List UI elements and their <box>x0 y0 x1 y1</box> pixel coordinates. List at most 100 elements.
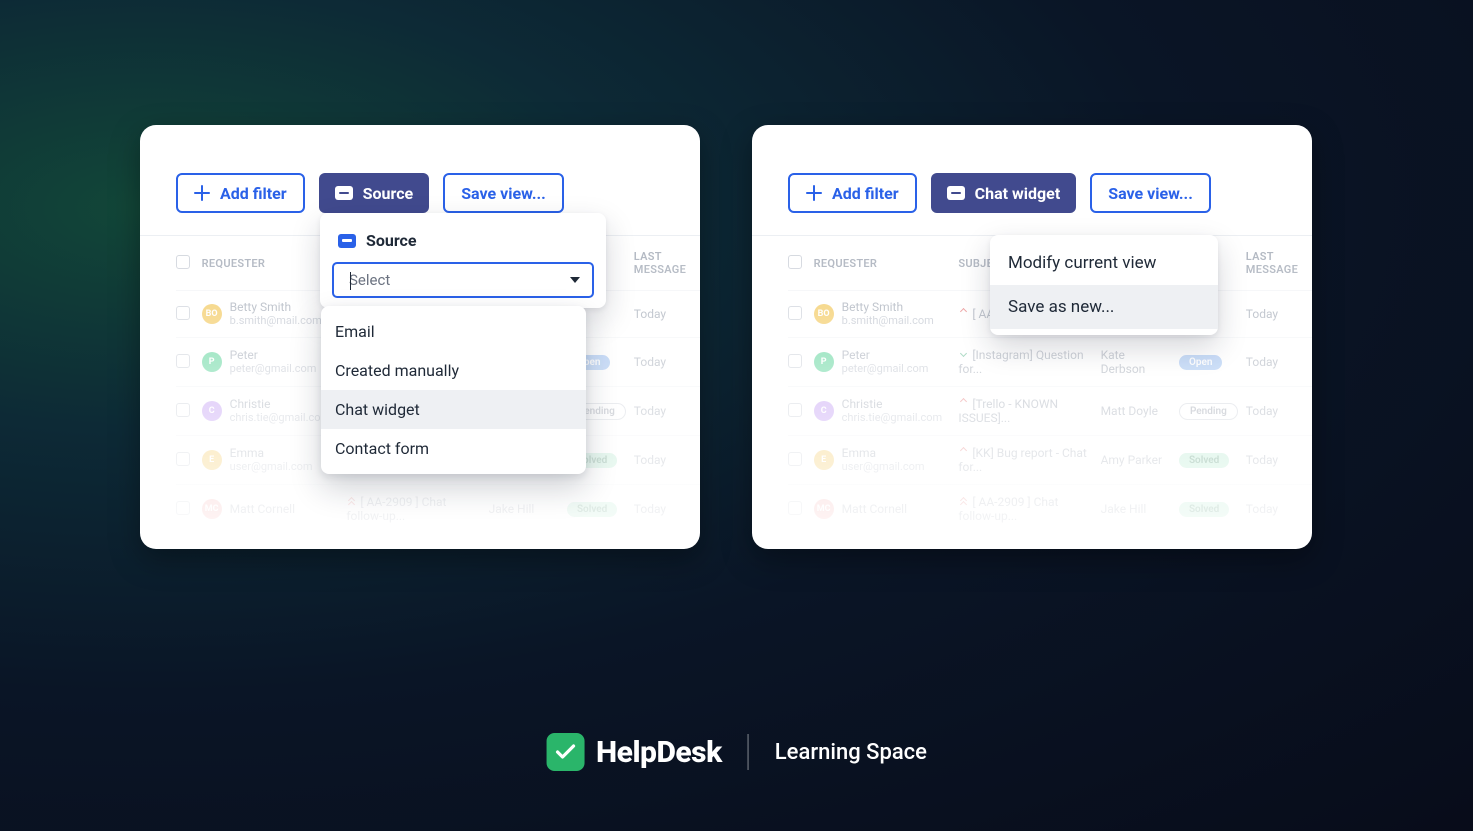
requester-email: user@gmail.com <box>230 461 313 474</box>
row-checkbox[interactable] <box>176 403 190 417</box>
requester-name: Christie <box>842 398 943 412</box>
table-row[interactable]: C Christie chris.tie@gmail.com [Trello -… <box>788 387 1312 436</box>
row-checkbox[interactable] <box>788 501 802 515</box>
card-right: Add filter Chat widget Save view... REQU… <box>752 125 1312 549</box>
avatar: P <box>202 352 222 372</box>
dropdown-option[interactable]: Created manually <box>321 351 586 390</box>
table-row[interactable]: MC Matt Cornell [ AA-2909 ] Chat follow-… <box>176 485 700 534</box>
brand-subtitle: Learning Space <box>775 740 927 765</box>
row-checkbox[interactable] <box>788 306 802 320</box>
save-view-label: Save view... <box>1108 184 1193 203</box>
source-dropdown: EmailCreated manuallyChat widgetContact … <box>321 306 586 474</box>
status-badge: Solved <box>567 502 617 517</box>
requester-name: Betty Smith <box>230 301 322 315</box>
source-filter-label: Chat widget <box>975 184 1061 203</box>
row-checkbox[interactable] <box>176 354 190 368</box>
subject-text: [ AA-2909 ] Chat follow-up... <box>958 495 1058 523</box>
save-view-button[interactable]: Save view... <box>443 173 564 213</box>
assignee: Jake Hill <box>489 485 567 534</box>
source-icon <box>338 234 356 248</box>
table-row[interactable]: P Peter peter@gmail.com [Instagram] Ques… <box>788 338 1312 387</box>
add-filter-button[interactable]: Add filter <box>176 173 305 213</box>
requester-name: Peter <box>230 349 317 363</box>
add-filter-label: Add filter <box>220 184 287 203</box>
avatar: MC <box>202 499 222 519</box>
last-message: Today <box>634 338 700 387</box>
checkbox-all[interactable] <box>788 255 802 269</box>
add-filter-button[interactable]: Add filter <box>788 173 917 213</box>
dropdown-option[interactable]: Email <box>321 312 586 351</box>
row-checkbox[interactable] <box>176 452 190 466</box>
priority-arrow-icon <box>346 496 356 506</box>
avatar: C <box>814 401 834 421</box>
table-row[interactable]: E Emma user@gmail.com [KK] Bug report - … <box>788 436 1312 485</box>
text-cursor <box>350 272 351 290</box>
avatar: C <box>202 401 222 421</box>
subject-text: [ AA-2909 ] Chat follow-up... <box>346 495 446 523</box>
row-checkbox[interactable] <box>788 403 802 417</box>
last-message: Today <box>634 485 700 534</box>
source-select[interactable]: Select <box>332 262 594 298</box>
source-popover: Source Select <box>320 213 606 308</box>
requester-name: Matt Cornell <box>230 503 295 517</box>
priority-arrow-icon <box>958 398 968 408</box>
requester-name: Emma <box>230 447 313 461</box>
col-requester: REQUESTER <box>814 236 959 291</box>
avatar: E <box>202 450 222 470</box>
requester-name: Matt Cornell <box>842 503 907 517</box>
last-message: Today <box>1246 436 1312 485</box>
brand-footer: HelpDesk Learning Space <box>546 733 927 771</box>
status-badge: Pending <box>1179 403 1238 420</box>
row-checkbox[interactable] <box>176 306 190 320</box>
last-message: Today <box>634 436 700 485</box>
source-filter-chip[interactable]: Source <box>319 173 430 213</box>
save-view-button[interactable]: Save view... <box>1090 173 1211 213</box>
source-icon <box>947 186 965 200</box>
row-checkbox[interactable] <box>788 452 802 466</box>
row-checkbox[interactable] <box>176 501 190 515</box>
avatar: MC <box>814 499 834 519</box>
source-filter-chip[interactable]: Chat widget <box>931 173 1077 213</box>
brand-divider <box>748 734 749 770</box>
source-popover-header: Source <box>320 227 606 262</box>
last-message: Today <box>634 387 700 436</box>
assignee: Kate Derbson <box>1101 338 1179 387</box>
requester-email: peter@gmail.com <box>230 363 317 376</box>
menu-option[interactable]: Modify current view <box>990 241 1218 285</box>
source-select-placeholder: Select <box>349 271 390 289</box>
requester-email: chris.tie@gmail.com <box>230 412 331 425</box>
requester-name: Emma <box>842 447 925 461</box>
plus-icon <box>194 185 210 201</box>
toolbar: Add filter Chat widget Save view... <box>752 125 1312 236</box>
status-badge: Solved <box>1179 502 1229 517</box>
row-checkbox[interactable] <box>788 354 802 368</box>
requester-email: user@gmail.com <box>842 461 925 474</box>
assignee: Amy Parker <box>1101 436 1179 485</box>
requester-email: peter@gmail.com <box>842 363 929 376</box>
source-filter-label: Source <box>363 184 414 203</box>
brand-logo: HelpDesk <box>546 733 722 771</box>
source-icon <box>335 186 353 200</box>
brand-name: HelpDesk <box>596 735 722 770</box>
requester-email: chris.tie@gmail.com <box>842 412 943 425</box>
dropdown-option[interactable]: Chat widget <box>321 390 586 429</box>
last-message: Today <box>1246 485 1312 534</box>
assignee: Matt Doyle <box>1101 387 1179 436</box>
save-view-label: Save view... <box>461 184 546 203</box>
avatar: BO <box>202 304 222 324</box>
menu-option[interactable]: Save as new... <box>990 285 1218 329</box>
col-last-message: LAST MESSAGE <box>1246 236 1312 291</box>
table-row[interactable]: MC Matt Cornell [ AA-2909 ] Chat follow-… <box>788 485 1312 534</box>
helpdesk-logo-icon <box>546 733 584 771</box>
requester-email: b.smith@mail.com <box>842 315 934 328</box>
source-popover-title: Source <box>366 231 417 250</box>
dropdown-option[interactable]: Contact form <box>321 429 586 468</box>
priority-arrow-icon <box>958 496 968 506</box>
avatar: E <box>814 450 834 470</box>
requester-email: b.smith@mail.com <box>230 315 322 328</box>
checkbox-all[interactable] <box>176 255 190 269</box>
col-last-message: LAST MESSAGE <box>634 236 700 291</box>
subject-text: [KK] Bug report - Chat for... <box>958 446 1087 474</box>
last-message: Today <box>1246 387 1312 436</box>
assignee: Jake Hill <box>1101 485 1179 534</box>
